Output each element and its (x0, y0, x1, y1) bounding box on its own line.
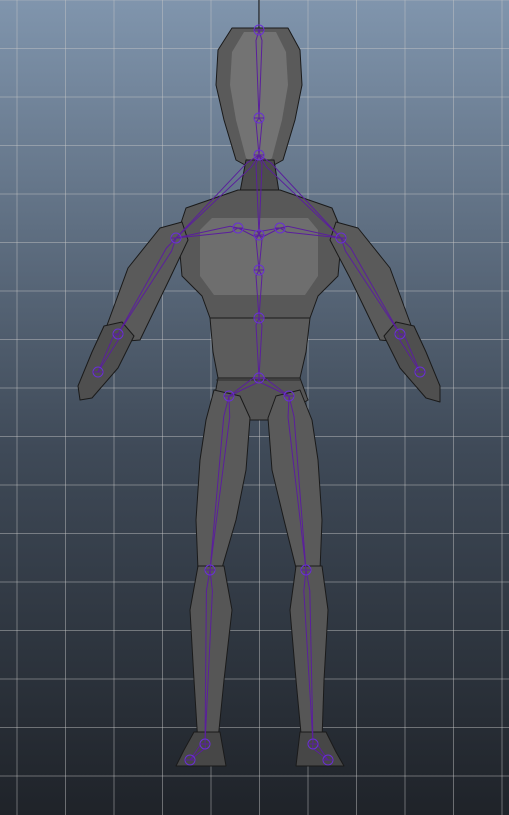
3d-viewport[interactable] (0, 0, 509, 815)
viewport-canvas[interactable] (0, 0, 509, 815)
